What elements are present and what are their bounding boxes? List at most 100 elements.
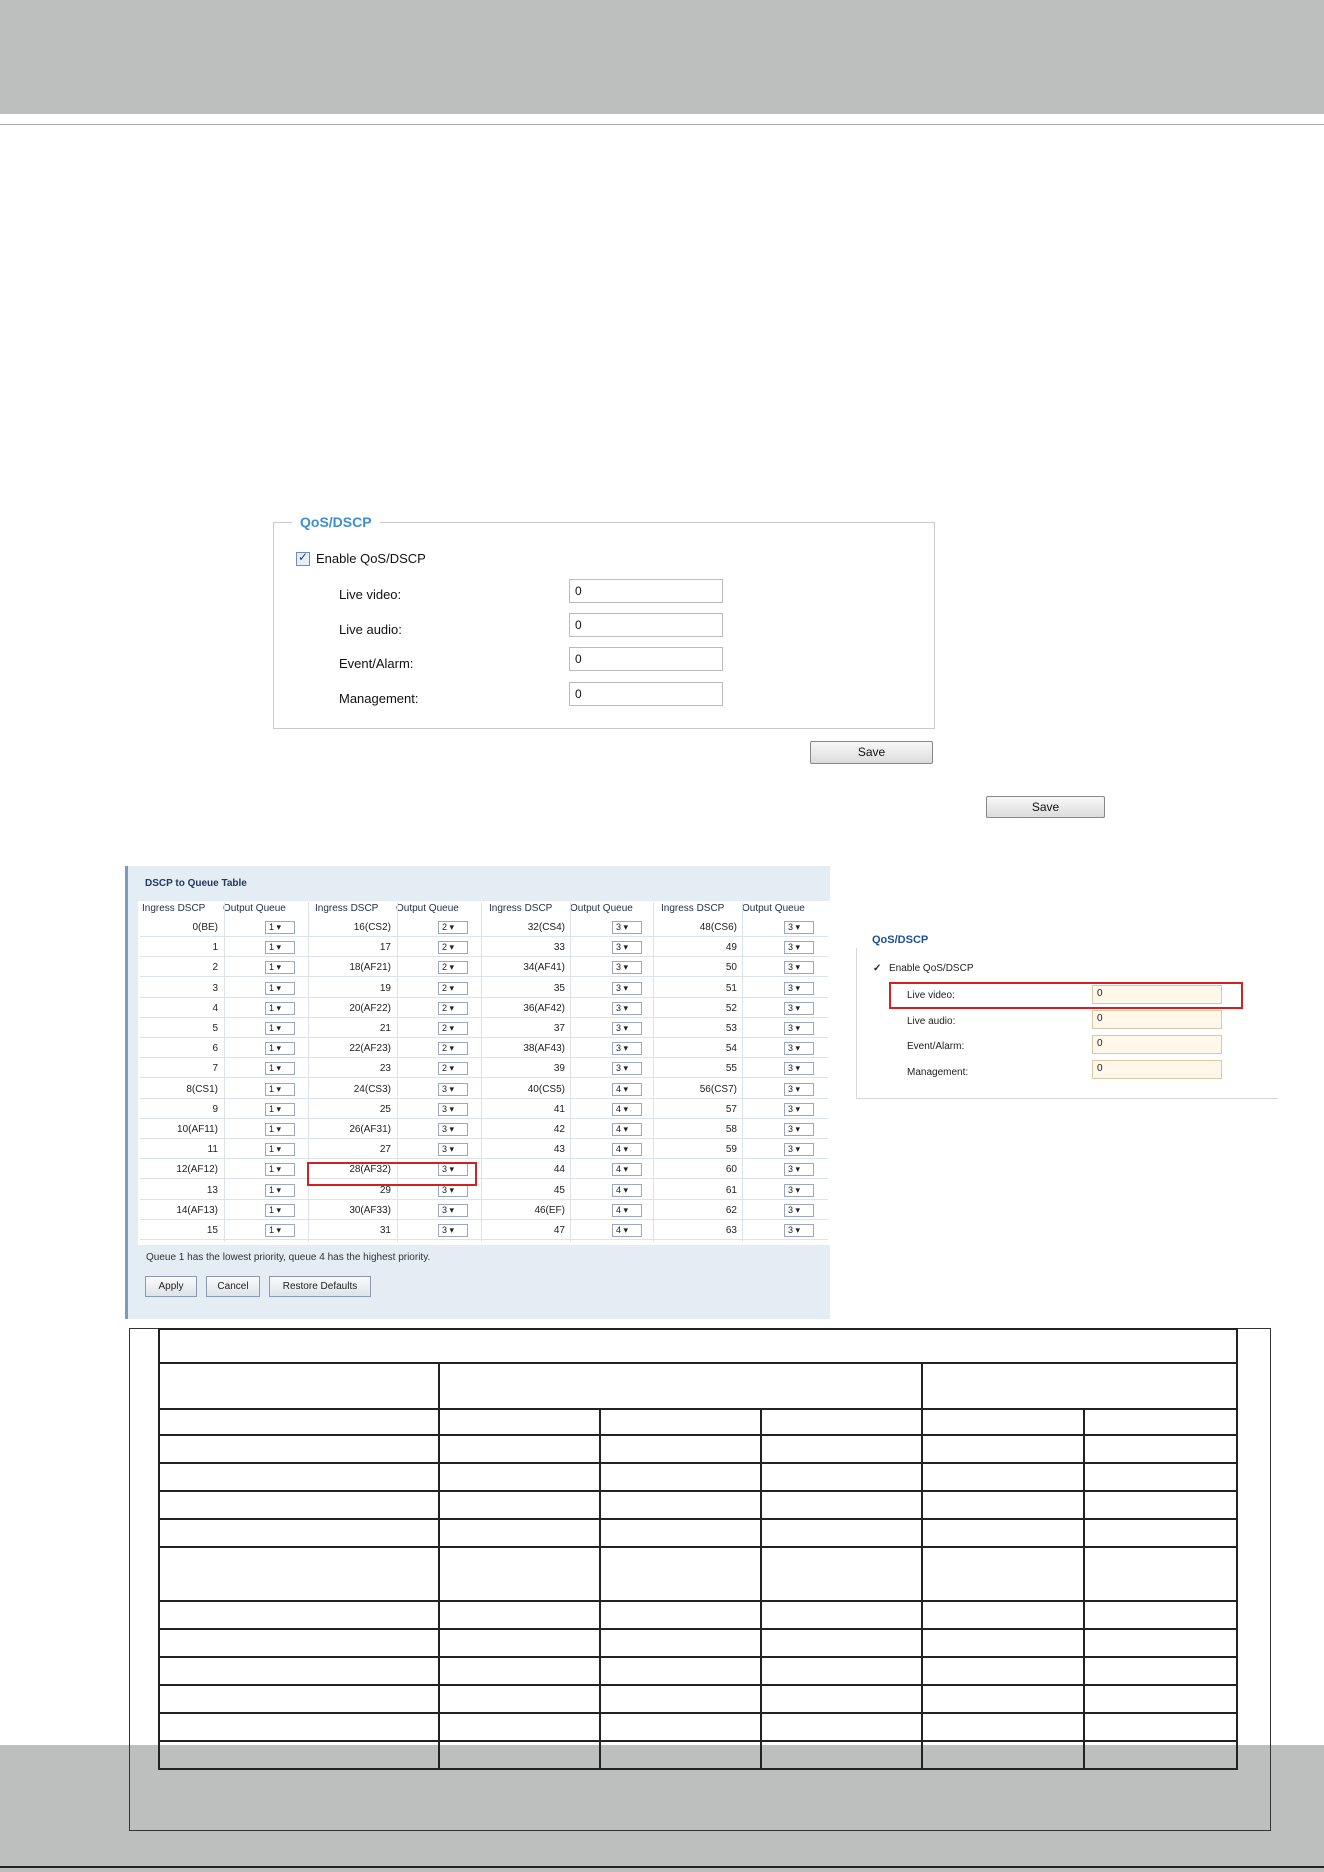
output-queue-select[interactable]: 3 ▾ — [612, 961, 642, 974]
small-check-icon[interactable]: ✓ — [873, 963, 881, 974]
output-queue-select[interactable]: 2 ▾ — [438, 1062, 468, 1075]
live-video-label: Live video: — [339, 587, 402, 602]
output-queue-select[interactable]: 3 ▾ — [784, 1224, 814, 1237]
output-queue-select[interactable]: 4 ▾ — [612, 1224, 642, 1237]
live-audio-input[interactable]: 0 — [569, 613, 723, 637]
output-queue-select[interactable]: 3 ▾ — [784, 1062, 814, 1075]
output-queue-select[interactable]: 3 ▾ — [784, 1042, 814, 1055]
restore-defaults-button[interactable]: Restore Defaults — [269, 1276, 371, 1297]
output-queue-select[interactable]: 3 ▾ — [612, 921, 642, 934]
output-queue-select[interactable]: 1 ▾ — [265, 982, 295, 995]
output-queue-select[interactable]: 1 ▾ — [265, 1062, 295, 1075]
small-management-input[interactable]: 0 — [1092, 1060, 1222, 1079]
output-queue-select[interactable]: 1 ▾ — [265, 921, 295, 934]
output-queue-select[interactable]: 3 ▾ — [612, 1062, 642, 1075]
output-queue-select[interactable]: 3 ▾ — [612, 941, 642, 954]
output-queue-select[interactable]: 1 ▾ — [265, 1224, 295, 1237]
output-queue-select[interactable]: 1 ▾ — [265, 1103, 295, 1116]
dropdown-arrow-icon: ▾ — [274, 1164, 282, 1174]
output-queue-select[interactable]: 4 ▾ — [612, 1103, 642, 1116]
cancel-button[interactable]: Cancel — [206, 1276, 260, 1297]
qos-small-left-rule — [856, 948, 857, 1098]
output-queue-select[interactable]: 3 ▾ — [784, 1123, 814, 1136]
output-queue-select[interactable]: 3 ▾ — [784, 1002, 814, 1015]
output-queue-select[interactable]: 2 ▾ — [438, 982, 468, 995]
dropdown-arrow-icon: ▾ — [447, 1104, 455, 1114]
output-queue-select[interactable]: 1 ▾ — [265, 1123, 295, 1136]
table-cell — [158, 1462, 440, 1492]
event-alarm-label: Event/Alarm: — [339, 656, 414, 671]
live-audio-label: Live audio: — [339, 622, 402, 637]
table-cell — [760, 1462, 924, 1492]
ingress-dscp-cell: 54 — [725, 1043, 737, 1054]
output-queue-select[interactable]: 3 ▾ — [612, 982, 642, 995]
output-queue-select[interactable]: 1 ▾ — [265, 1143, 295, 1156]
apply-button[interactable]: Apply — [145, 1276, 197, 1297]
output-queue-select[interactable]: 3 ▾ — [784, 1204, 814, 1217]
output-queue-select[interactable]: 3 ▾ — [784, 1103, 814, 1116]
output-queue-select[interactable]: 3 ▾ — [784, 1184, 814, 1197]
output-queue-select[interactable]: 3 ▾ — [438, 1204, 468, 1217]
ingress-dscp-cell: 58 — [725, 1124, 737, 1135]
output-queue-select[interactable]: 4 ▾ — [612, 1083, 642, 1096]
ingress-dscp-cell: 37 — [553, 1023, 565, 1034]
column-separator — [481, 902, 482, 1242]
output-queue-select[interactable]: 3 ▾ — [612, 1002, 642, 1015]
save-button[interactable]: Save — [810, 741, 933, 764]
table-cell — [921, 1434, 1085, 1464]
output-queue-select[interactable]: 3 ▾ — [438, 1103, 468, 1116]
output-queue-select[interactable]: 1 ▾ — [265, 1042, 295, 1055]
output-queue-select[interactable]: 3 ▾ — [784, 1083, 814, 1096]
management-input[interactable]: 0 — [569, 682, 723, 706]
output-queue-select[interactable]: 3 ▾ — [438, 1143, 468, 1156]
output-queue-select[interactable]: 3 ▾ — [784, 1143, 814, 1156]
output-queue-select[interactable]: 1 ▾ — [265, 941, 295, 954]
output-queue-select[interactable]: 1 ▾ — [265, 1022, 295, 1035]
table-cell — [437, 1628, 601, 1658]
output-queue-select[interactable]: 3 ▾ — [612, 1022, 642, 1035]
output-queue-select[interactable]: 3 ▾ — [612, 1042, 642, 1055]
output-queue-select[interactable]: 2 ▾ — [438, 1042, 468, 1055]
output-queue-select[interactable]: 4 ▾ — [612, 1123, 642, 1136]
event-alarm-input[interactable]: 0 — [569, 647, 723, 671]
dropdown-arrow-icon: ▾ — [793, 1003, 801, 1013]
table-cell — [760, 1740, 924, 1770]
output-queue-select[interactable]: 3 ▾ — [784, 1022, 814, 1035]
row-separator — [140, 1178, 828, 1179]
table-cell — [437, 1546, 601, 1602]
output-queue-select[interactable]: 1 ▾ — [265, 1083, 295, 1096]
output-queue-select[interactable]: 2 ▾ — [438, 1002, 468, 1015]
output-queue-select[interactable]: 3 ▾ — [784, 961, 814, 974]
output-queue-select[interactable]: 4 ▾ — [612, 1143, 642, 1156]
ingress-dscp-header: Ingress DSCP — [315, 903, 379, 914]
save-button-inline[interactable]: Save — [986, 796, 1105, 818]
ingress-dscp-cell: 41 — [553, 1104, 565, 1115]
output-queue-select[interactable]: 2 ▾ — [438, 941, 468, 954]
output-queue-select[interactable]: 3 ▾ — [438, 1123, 468, 1136]
small-live-audio-input[interactable]: 0 — [1092, 1010, 1222, 1029]
output-queue-select[interactable]: 3 ▾ — [438, 1083, 468, 1096]
enable-qos-checkbox[interactable] — [296, 550, 310, 566]
live-video-input[interactable]: 0 — [569, 579, 723, 603]
output-queue-select[interactable]: 1 ▾ — [265, 1204, 295, 1217]
output-queue-select[interactable]: 3 ▾ — [438, 1224, 468, 1237]
output-queue-select[interactable]: 4 ▾ — [612, 1184, 642, 1197]
small-event-alarm-input[interactable]: 0 — [1092, 1035, 1222, 1054]
output-queue-select[interactable]: 4 ▾ — [612, 1163, 642, 1176]
output-queue-select[interactable]: 1 ▾ — [265, 1002, 295, 1015]
output-queue-select[interactable]: 2 ▾ — [438, 961, 468, 974]
output-queue-select[interactable]: 1 ▾ — [265, 1184, 295, 1197]
output-queue-select[interactable]: 2 ▾ — [438, 1022, 468, 1035]
ingress-dscp-cell: 21 — [379, 1023, 391, 1034]
dropdown-arrow-icon: ▾ — [621, 983, 629, 993]
output-queue-select[interactable]: 1 ▾ — [265, 1163, 295, 1176]
output-queue-select[interactable]: 1 ▾ — [265, 961, 295, 974]
output-queue-select[interactable]: 3 ▾ — [784, 982, 814, 995]
output-queue-select[interactable]: 3 ▾ — [784, 941, 814, 954]
dropdown-arrow-icon: ▾ — [793, 1084, 801, 1094]
output-queue-select[interactable]: 3 ▾ — [784, 1163, 814, 1176]
row-separator — [140, 1239, 828, 1240]
output-queue-select[interactable]: 4 ▾ — [612, 1204, 642, 1217]
output-queue-select[interactable]: 2 ▾ — [438, 921, 468, 934]
output-queue-select[interactable]: 3 ▾ — [784, 921, 814, 934]
